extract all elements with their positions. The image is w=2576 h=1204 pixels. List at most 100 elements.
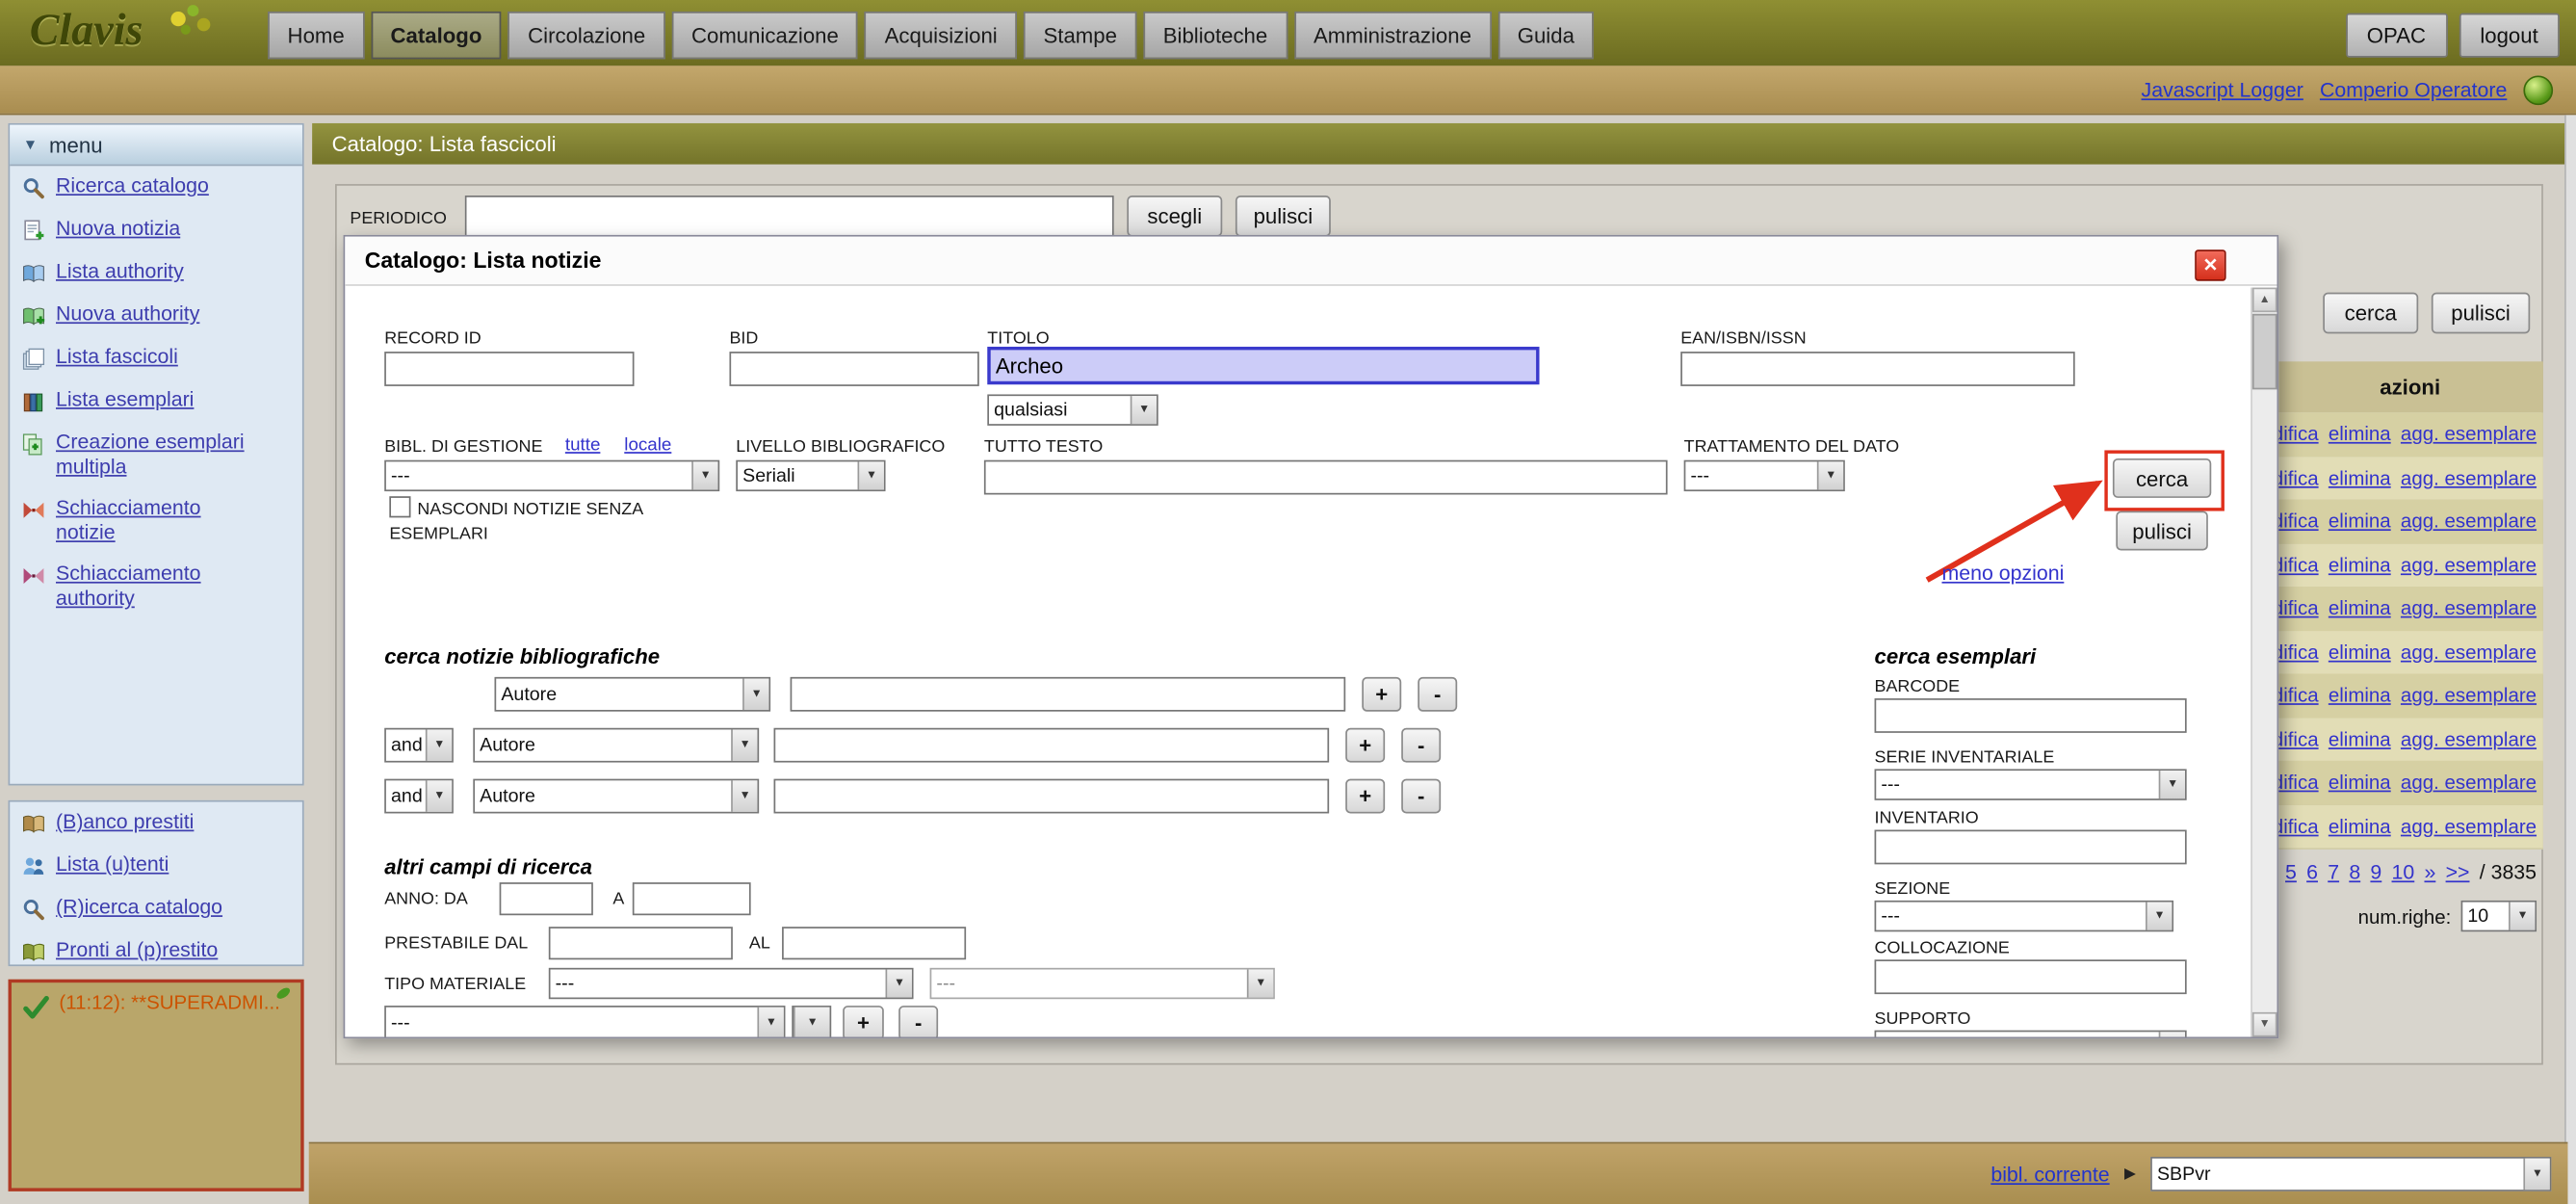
modifica-link[interactable]: modifica	[2277, 510, 2319, 533]
sidebar-item-lista-esemplari[interactable]: Lista esemplari	[10, 380, 302, 422]
campo-input-2[interactable]	[774, 728, 1330, 763]
page-next-link[interactable]: »	[2424, 861, 2435, 884]
opac-button[interactable]: OPAC	[2346, 13, 2448, 58]
record-id-input[interactable]	[384, 352, 634, 386]
inventario-input[interactable]	[1875, 830, 2187, 865]
pulisci-dialog-button[interactable]: pulisci	[2116, 511, 2208, 551]
serie-inventariale-select[interactable]: --- ▼	[1875, 769, 2187, 799]
sidebar-item-ricerca-catalogo[interactable]: Ricerca catalogo	[10, 166, 302, 208]
operator-select-3[interactable]: and ▼	[384, 779, 454, 814]
scegli-button[interactable]: scegli	[1127, 196, 1222, 237]
close-icon[interactable]: ✕	[2195, 249, 2225, 280]
sidebar-item-nuova-notizia[interactable]: Nuova notizia	[10, 209, 302, 251]
agg-esemplare-link[interactable]: agg. esemplare	[2401, 466, 2537, 489]
tab-home[interactable]: Home	[268, 12, 364, 59]
sidebar-item-lista-utenti[interactable]: Lista (u)tenti	[10, 845, 302, 887]
agg-esemplare-link[interactable]: agg. esemplare	[2401, 597, 2537, 620]
cerca-background-button[interactable]: cerca	[2323, 293, 2418, 334]
remove-row-button[interactable]: -	[1401, 728, 1441, 763]
elimina-link[interactable]: elimina	[2329, 466, 2391, 489]
sidebar-item-schiacciamento-authority[interactable]: Schiacciamento authority	[10, 554, 302, 619]
modifica-link[interactable]: modifica	[2277, 423, 2319, 446]
campo-select-3[interactable]: Autore ▼	[473, 779, 759, 814]
sidebar-item-pronti-al-prestito[interactable]: Pronti al (p)restito	[10, 930, 302, 973]
scroll-up-icon[interactable]: ▲	[2252, 288, 2277, 313]
sidebar-item-creazione-esemplari-multipla[interactable]: Creazione esemplari multipla	[10, 422, 302, 487]
tab-acquisizioni[interactable]: Acquisizioni	[865, 12, 1017, 59]
elimina-link[interactable]: elimina	[2329, 772, 2391, 795]
pulisci-periodico-button[interactable]: pulisci	[1236, 196, 1331, 237]
extra-campo-select[interactable]: --- ▼	[384, 1006, 785, 1038]
elimina-link[interactable]: elimina	[2329, 684, 2391, 707]
agg-esemplare-link[interactable]: agg. esemplare	[2401, 727, 2537, 750]
tab-biblioteche[interactable]: Biblioteche	[1143, 12, 1287, 59]
titolo-input[interactable]	[987, 347, 1539, 384]
modifica-link[interactable]: modifica	[2277, 727, 2319, 750]
operator-select-2[interactable]: and ▼	[384, 728, 454, 763]
elimina-link[interactable]: elimina	[2329, 815, 2391, 838]
trattamento-select[interactable]: --- ▼	[1684, 460, 1845, 491]
page-link-9[interactable]: 9	[2370, 861, 2381, 884]
remove-row-button[interactable]: -	[898, 1006, 938, 1038]
agg-esemplare-link[interactable]: agg. esemplare	[2401, 684, 2537, 707]
campo-select-1[interactable]: Autore ▼	[495, 677, 771, 712]
sidebar-item-lista-fascicoli[interactable]: Lista fascicoli	[10, 337, 302, 380]
tipo-materiale-select[interactable]: --- ▼	[549, 968, 914, 999]
elimina-link[interactable]: elimina	[2329, 423, 2391, 446]
modifica-link[interactable]: modifica	[2277, 815, 2319, 838]
periodico-input[interactable]	[465, 196, 1114, 237]
page-link-7[interactable]: 7	[2328, 861, 2339, 884]
campo-select-2[interactable]: Autore ▼	[473, 728, 759, 763]
sidebar-item-ricerca-catalogo-shortcut[interactable]: (R)icerca catalogo	[10, 887, 302, 929]
sidebar-item-nuova-authority[interactable]: Nuova authority	[10, 294, 302, 336]
sidebar-item-lista-authority[interactable]: Lista authority	[10, 251, 302, 294]
remove-row-button[interactable]: -	[1418, 677, 1457, 712]
tab-comunicazione[interactable]: Comunicazione	[672, 12, 859, 59]
tab-guida[interactable]: Guida	[1497, 12, 1594, 59]
page-link-10[interactable]: 10	[2392, 861, 2415, 884]
page-last-link[interactable]: >>	[2446, 861, 2470, 884]
tab-amministrazione[interactable]: Amministrazione	[1294, 12, 1492, 59]
help-icon[interactable]	[2523, 75, 2553, 105]
tab-catalogo[interactable]: Catalogo	[371, 12, 502, 59]
bibl-corrente-link[interactable]: bibl. corrente	[1991, 1163, 2109, 1186]
bibl-gestione-select[interactable]: --- ▼	[384, 460, 719, 491]
agg-esemplare-link[interactable]: agg. esemplare	[2401, 423, 2537, 446]
add-row-button[interactable]: +	[843, 1006, 884, 1038]
modifica-link[interactable]: modifica	[2277, 684, 2319, 707]
meno-opzioni-link[interactable]: meno opzioni	[1941, 562, 2064, 585]
sidebar-item-banco-prestiti[interactable]: (B)anco prestiti	[10, 802, 302, 845]
modifica-link[interactable]: modifica	[2277, 466, 2319, 489]
scrollbar-thumb[interactable]	[2252, 314, 2277, 389]
agg-esemplare-link[interactable]: agg. esemplare	[2401, 510, 2537, 533]
sezione-select[interactable]: --- ▼	[1875, 901, 2173, 931]
supporto-select[interactable]: ▼	[1875, 1031, 2187, 1039]
modifica-link[interactable]: modifica	[2277, 641, 2319, 664]
anno-a-input[interactable]	[633, 882, 751, 915]
sidebar-menu-header[interactable]: ▼ menu	[10, 125, 302, 167]
modifica-link[interactable]: modifica	[2277, 772, 2319, 795]
page-scrollbar[interactable]	[2564, 115, 2576, 1204]
logout-button[interactable]: logout	[2459, 13, 2560, 58]
campo-input-3[interactable]	[774, 779, 1330, 814]
page-link-6[interactable]: 6	[2306, 861, 2318, 884]
agg-esemplare-link[interactable]: agg. esemplare	[2401, 641, 2537, 664]
extra-mini-select[interactable]: ▼	[792, 1006, 831, 1038]
library-select[interactable]: SBPvr ▼	[2150, 1157, 2551, 1191]
operator-link[interactable]: Comperio Operatore	[2320, 78, 2507, 101]
tab-circolazione[interactable]: Circolazione	[508, 12, 665, 59]
tutto-testo-input[interactable]	[984, 460, 1668, 495]
num-righe-select[interactable]: 10 ▼	[2461, 901, 2537, 931]
elimina-link[interactable]: elimina	[2329, 510, 2391, 533]
livello-select[interactable]: Seriali ▼	[736, 460, 885, 491]
elimina-link[interactable]: elimina	[2329, 727, 2391, 750]
scroll-down-icon[interactable]: ▼	[2252, 1012, 2277, 1037]
pulisci-background-button[interactable]: pulisci	[2432, 293, 2530, 334]
locale-link[interactable]: locale	[624, 435, 671, 455]
elimina-link[interactable]: elimina	[2329, 597, 2391, 620]
campo-input-1[interactable]	[791, 677, 1346, 712]
elimina-link[interactable]: elimina	[2329, 641, 2391, 664]
javascript-logger-link[interactable]: Javascript Logger	[2142, 78, 2303, 101]
add-row-button[interactable]: +	[1345, 728, 1385, 763]
prestabile-al-input[interactable]	[782, 927, 966, 959]
